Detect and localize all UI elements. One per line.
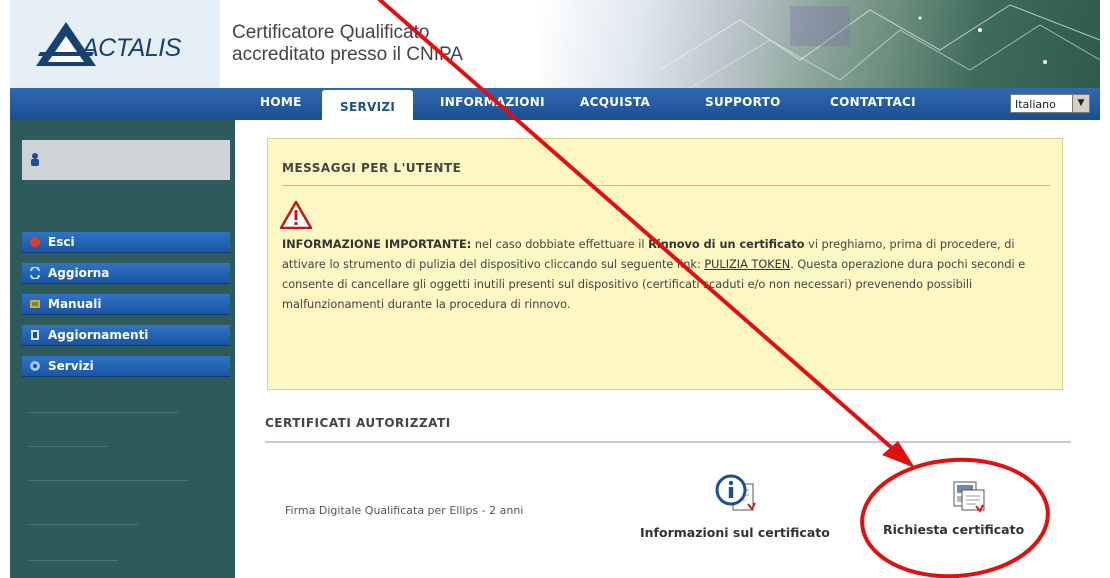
logo-text: ACTALIS (82, 34, 181, 62)
divider (265, 441, 1071, 443)
sidebar-item-label: Servizi (48, 359, 94, 373)
user-icon (31, 153, 39, 166)
dropdown-arrow-icon[interactable]: ▼ (1072, 95, 1089, 112)
tagline: Certificatore Qualificato accreditato pr… (232, 22, 532, 66)
language-select[interactable]: Italiano ▼ (1010, 94, 1090, 113)
tagline-line-1: Certificatore Qualificato (232, 22, 430, 43)
manuals-icon (30, 300, 40, 308)
nav-supporto[interactable]: SUPPORTO (705, 95, 781, 109)
sidebar-faint-line (28, 560, 118, 561)
sidebar-item-label: Esci (48, 235, 75, 249)
sidebar: Esci Aggiorna Manuali Aggiornamenti Serv… (10, 120, 235, 578)
divider (282, 185, 1050, 186)
user-messages-panel: MESSAGGI PER L'UTENTE INFORMAZIONE IMPOR… (267, 138, 1063, 390)
services-icon (30, 361, 40, 371)
logo[interactable]: ACTALIS (10, 0, 220, 88)
exit-icon (30, 237, 40, 247)
important-message: INFORMAZIONE IMPORTANTE: nel caso dobbia… (282, 235, 1052, 315)
updates-icon (31, 330, 39, 340)
important-label: INFORMAZIONE IMPORTANTE: (282, 238, 472, 251)
sidebar-item-label: Aggiorna (48, 266, 110, 280)
sidebar-item-servizi[interactable]: Servizi (22, 356, 230, 377)
refresh-icon (30, 267, 40, 279)
banner-texture (659, 4, 1100, 88)
sidebar-faint-line (28, 480, 188, 481)
certificate-request-link[interactable]: Richiesta certificato (883, 522, 1024, 537)
nav-servizi[interactable]: SERVIZI (322, 90, 414, 120)
certificates-title: CERTIFICATI AUTORIZZATI (265, 416, 451, 430)
sidebar-faint-line (28, 412, 178, 413)
sidebar-item-aggiorna[interactable]: Aggiorna (22, 263, 230, 284)
user-box (22, 140, 230, 180)
pulizia-token-link[interactable]: PULIZIA TOKEN (704, 258, 790, 271)
sidebar-faint-line (28, 446, 108, 447)
certificate-name: Firma Digitale Qualificata per Ellips - … (285, 504, 524, 517)
sidebar-item-esci[interactable]: Esci (22, 232, 230, 253)
sidebar-item-aggiornamenti[interactable]: Aggiornamenti (22, 325, 230, 346)
header-banner-image (540, 0, 1100, 88)
warning-icon (280, 201, 312, 229)
main-nav: HOME SERVIZI INFORMAZIONI ACQUISTA SUPPO… (10, 88, 1100, 120)
certificate-request-icon[interactable] (950, 476, 986, 516)
nav-informazioni[interactable]: INFORMAZIONI (440, 95, 545, 109)
sidebar-item-label: Manuali (48, 297, 102, 311)
message-text-a: nel caso dobbiate effettuare il (471, 238, 649, 251)
renewal-bold: Rinnovo di un certificato (648, 238, 805, 251)
browser-page: ACTALIS Certificatore Qualificato accred… (10, 0, 1100, 578)
nav-acquista[interactable]: ACQUISTA (580, 95, 650, 109)
nav-home[interactable]: HOME (260, 95, 302, 109)
sidebar-faint-line (28, 524, 138, 525)
nav-contattaci[interactable]: CONTATTACI (830, 95, 916, 109)
certificate-info-icon[interactable] (715, 474, 759, 514)
certificate-info-link[interactable]: Informazioni sul certificato (640, 525, 830, 540)
main-content: MESSAGGI PER L'UTENTE INFORMAZIONE IMPOR… (235, 120, 1100, 578)
sidebar-item-label: Aggiornamenti (48, 328, 149, 342)
sidebar-item-manuali[interactable]: Manuali (22, 294, 230, 315)
language-value: Italiano (1015, 98, 1056, 111)
header: ACTALIS Certificatore Qualificato accred… (10, 0, 1100, 88)
tagline-line-2: accreditato presso il CNIPA (232, 44, 463, 65)
messages-title: MESSAGGI PER L'UTENTE (282, 161, 462, 175)
